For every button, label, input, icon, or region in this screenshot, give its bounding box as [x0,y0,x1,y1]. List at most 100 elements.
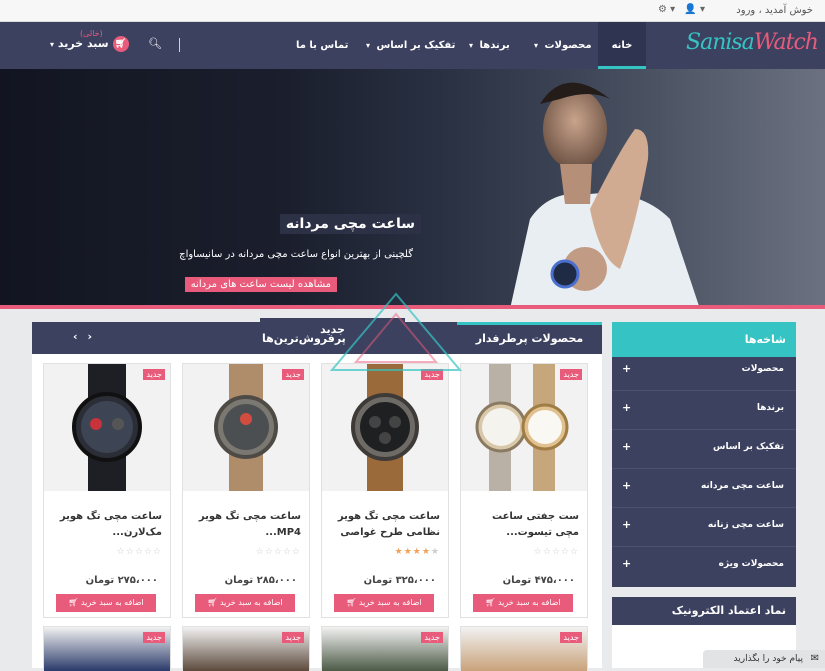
settings-icon[interactable]: ⚙ ▾ [658,4,675,15]
product-tabs: محصولات پرطرفدار جدید پرفروش‌ترین‌ها ‹ › [32,318,602,354]
add-to-cart-label: اضافه به سبد خرید [497,598,561,607]
product-card[interactable]: جدید ست جفتی ساعت مچی تیسوت... ☆☆☆☆☆ ۴۷۵… [460,363,588,618]
logo-part2: Watch [753,30,819,55]
nav-contact[interactable]: تماس با ما [296,22,348,69]
cart-icon: 🛒︎ [485,598,496,607]
hero-subtitle: گلچینی از بهترین انواع ساعت مچی مردانه د… [179,249,413,260]
product-card[interactable]: جدید ساعت مچی تگ هویر MP4... ☆☆☆☆☆ ۲۸۵،۰… [182,363,310,618]
plus-icon[interactable]: + [622,401,631,414]
welcome-label: خوش آمدید ، [758,5,813,16]
product-card[interactable]: جدید [321,626,449,671]
sidebar-item-special[interactable]: محصولات ویژه + [612,547,796,586]
sidebar-item-label: تفکیک بر اساس [713,442,784,452]
product-card[interactable]: جدید [43,626,171,671]
sidebar-item-label: ساعت مچی مردانه [700,481,784,491]
add-to-cart-label: اضافه به سبد خرید [219,598,283,607]
product-price: ۲۸۵،۰۰۰ تومان [224,575,297,586]
search-icon[interactable]: 🔍︎ [148,37,162,50]
sidebar-item-label: محصولات ویژه [718,559,784,569]
rating-stars: ★★★★★ [394,547,440,557]
rating-stars: ☆☆☆☆☆ [533,547,579,557]
watermark-logo [329,292,463,371]
product-title[interactable]: ست جفتی ساعت مچی تیسوت... [467,509,579,541]
chevron-down-icon: ▾ [50,40,55,49]
product-price: ۲۷۵،۰۰۰ تومان [85,575,158,586]
nav-home[interactable]: خانه [598,22,646,69]
watch-image [183,364,309,491]
product-image[interactable]: جدید [183,364,309,491]
login-link[interactable]: ورود [736,5,755,16]
cart-button[interactable]: 🛒︎سبد خرید ▾ [50,36,129,52]
mail-icon: ✉ [810,653,819,664]
product-card[interactable]: جدید [460,626,588,671]
sidebar-item-men-watches[interactable]: ساعت مچی مردانه + [612,469,796,508]
nav-contact-label: تماس با ما [296,40,349,51]
sidebar-item-separation[interactable]: تفکیک بر اساس + [612,430,796,469]
sidebar-item-label: ساعت مچی زنانه [707,520,784,530]
nav-products[interactable]: محصولات ▾ [534,22,592,69]
nav-divider [179,38,180,52]
product-title[interactable]: ساعت مچی تگ هویر مک‌لارن... [50,509,162,541]
product-image[interactable]: جدید [461,364,587,491]
top-icons: ⚙ ▾ 👤 ▾ [658,4,711,15]
sidebar-item-brands[interactable]: برندها + [612,391,796,430]
product-price: ۳۲۵،۰۰۰ تومان [363,575,436,586]
new-badge: جدید [421,632,443,643]
carousel-arrows: ‹ › [68,330,97,343]
plus-icon[interactable]: + [622,440,631,453]
user-icon[interactable]: 👤 ▾ [684,4,705,15]
add-to-cart-label: اضافه به سبد خرید [358,598,422,607]
new-badge: جدید [282,632,304,643]
sidebar-item-products[interactable]: محصولات + [612,352,796,391]
add-to-cart-button[interactable]: اضافه به سبد خرید 🛒︎ [56,594,156,612]
tab-popular[interactable]: محصولات پرطرفدار [457,322,602,354]
product-image[interactable]: جدید [44,364,170,491]
trust-title: نماد اعتماد الکترونیک [612,597,796,625]
chevron-left-icon[interactable]: ‹ [73,330,78,343]
hero-cta-button[interactable]: مشاهده لیست ساعت های مردانه [184,277,337,292]
sidebar-item-women-watches[interactable]: ساعت مچی زنانه + [612,508,796,547]
hero-title: ساعت مچی مردانه [279,214,421,234]
product-price: ۴۷۵،۰۰۰ تومان [502,575,575,586]
sidebar-item-label: برندها [756,403,784,413]
new-badge: جدید [560,369,582,380]
product-image[interactable]: جدید [322,364,448,491]
product-card[interactable]: جدید ساعت مچی تگ هویر مک‌لارن... ☆☆☆☆☆ ۲… [43,363,171,618]
cart-icon: 🛒︎ [346,598,357,607]
nav-products-label: محصولات [544,40,592,51]
new-badge: جدید [282,369,304,380]
product-card[interactable]: جدید [182,626,310,671]
chevron-down-icon: ▾ [366,41,371,50]
chat-label: پیام خود را بگذارید [733,654,803,664]
site-logo[interactable]: SanisaWatch [686,30,819,55]
nav-separation[interactable]: تفکیک بر اساس ▾ [366,22,455,69]
chevron-right-icon[interactable]: › [88,330,93,343]
new-badge: جدید [143,632,165,643]
hero-model-image [510,82,700,309]
product-title[interactable]: ساعت مچی تگ هویر نظامی طرح غواصی [328,509,440,541]
product-title[interactable]: ساعت مچی تگ هویر MP4... [189,509,301,541]
chat-widget[interactable]: ✉ پیام خود را بگذارید [703,650,825,668]
cart-icon: 🛒︎ [207,598,218,607]
nav-brands[interactable]: برندها ▾ [469,22,510,69]
sidebar-item-label: محصولات [741,364,784,374]
watch-image [461,364,587,491]
product-card[interactable]: جدید ساعت مچی تگ هویر نظامی طرح غواصی ★★… [321,363,449,618]
plus-icon[interactable]: + [622,518,631,531]
nav-separation-label: تفکیک بر اساس [376,40,456,51]
add-to-cart-button[interactable]: اضافه به سبد خرید 🛒︎ [334,594,434,612]
nav-home-label: خانه [611,40,633,51]
logo-part1: Sanisa [686,30,755,55]
top-bar: ⚙ ▾ 👤 ▾ خوش آمدید ، ورود [0,0,825,22]
hero-banner[interactable]: ساعت مچی مردانه گلچینی از بهترین انواع س… [0,69,825,309]
nav-brands-label: برندها [479,40,510,51]
plus-icon[interactable]: + [622,362,631,375]
cart-icon: 🛒︎ [112,36,129,52]
cart-icon: 🛒︎ [68,598,79,607]
plus-icon[interactable]: + [622,479,631,492]
rating-stars: ☆☆☆☆☆ [116,547,162,557]
add-to-cart-button[interactable]: اضافه به سبد خرید 🛒︎ [195,594,295,612]
add-to-cart-button[interactable]: اضافه به سبد خرید 🛒︎ [473,594,573,612]
plus-icon[interactable]: + [622,557,631,570]
new-badge: جدید [560,632,582,643]
